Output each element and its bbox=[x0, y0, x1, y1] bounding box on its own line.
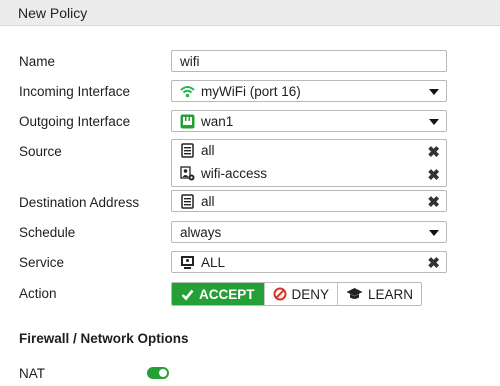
source-item: wifi-access bbox=[180, 166, 267, 181]
source-multiselect[interactable]: all ✖ wifi-access ✖ bbox=[171, 139, 447, 187]
graduation-cap-icon bbox=[346, 287, 363, 301]
address-list-icon bbox=[180, 143, 195, 158]
chevron-down-icon bbox=[429, 119, 439, 125]
close-icon[interactable]: ✖ bbox=[427, 145, 440, 160]
close-icon[interactable]: ✖ bbox=[427, 195, 440, 210]
action-toggle-group: ACCEPT DENY LEARN bbox=[171, 282, 423, 306]
action-label: Action bbox=[19, 286, 57, 301]
nat-label: NAT bbox=[19, 366, 45, 381]
toggle-knob bbox=[159, 369, 167, 377]
accept-button-label: ACCEPT bbox=[199, 286, 255, 302]
schedule-value: always bbox=[180, 225, 222, 240]
service-value: ALL bbox=[201, 255, 226, 270]
learn-button[interactable]: LEARN bbox=[338, 283, 422, 305]
chevron-down-icon bbox=[429, 89, 439, 95]
outgoing-interface-value: wan1 bbox=[201, 114, 234, 129]
chevron-down-icon bbox=[429, 230, 439, 236]
source-item-label: wifi-access bbox=[201, 166, 268, 181]
firewall-options-title: Firewall / Network Options bbox=[19, 331, 189, 346]
close-icon[interactable]: ✖ bbox=[427, 256, 440, 271]
port-icon bbox=[180, 114, 195, 129]
name-value: wifi bbox=[180, 54, 200, 69]
address-list-icon bbox=[180, 194, 195, 209]
incoming-interface-select[interactable]: myWiFi (port 16) bbox=[171, 80, 447, 102]
deny-button[interactable]: DENY bbox=[264, 283, 339, 305]
close-icon[interactable]: ✖ bbox=[427, 168, 440, 183]
destination-value: all bbox=[201, 194, 215, 209]
schedule-select[interactable]: always bbox=[171, 221, 447, 243]
name-input[interactable]: wifi bbox=[171, 50, 447, 72]
dialog-title: New Policy bbox=[18, 5, 88, 21]
service-multiselect[interactable]: ALL ✖ bbox=[171, 251, 447, 273]
name-label: Name bbox=[19, 54, 56, 69]
service-icon bbox=[180, 255, 195, 270]
schedule-label: Schedule bbox=[19, 225, 76, 240]
deny-icon bbox=[273, 287, 287, 301]
learn-button-label: LEARN bbox=[368, 286, 414, 302]
source-item-label: all bbox=[201, 143, 215, 158]
user-group-icon bbox=[180, 166, 195, 181]
nat-toggle[interactable] bbox=[147, 367, 169, 379]
check-icon bbox=[181, 288, 194, 301]
deny-button-label: DENY bbox=[291, 286, 330, 302]
accept-button[interactable]: ACCEPT bbox=[172, 283, 265, 305]
dialog-header: New Policy bbox=[0, 0, 500, 26]
source-item: all bbox=[180, 143, 215, 158]
wifi-icon bbox=[180, 84, 195, 99]
source-label: Source bbox=[19, 144, 62, 159]
destination-label: Destination Address bbox=[19, 195, 140, 210]
destination-multiselect[interactable]: all ✖ bbox=[171, 190, 447, 212]
service-label: Service bbox=[19, 255, 65, 270]
incoming-interface-label: Incoming Interface bbox=[19, 84, 131, 99]
outgoing-interface-label: Outgoing Interface bbox=[19, 114, 131, 129]
incoming-interface-value: myWiFi (port 16) bbox=[201, 84, 301, 99]
outgoing-interface-select[interactable]: wan1 bbox=[171, 110, 447, 132]
